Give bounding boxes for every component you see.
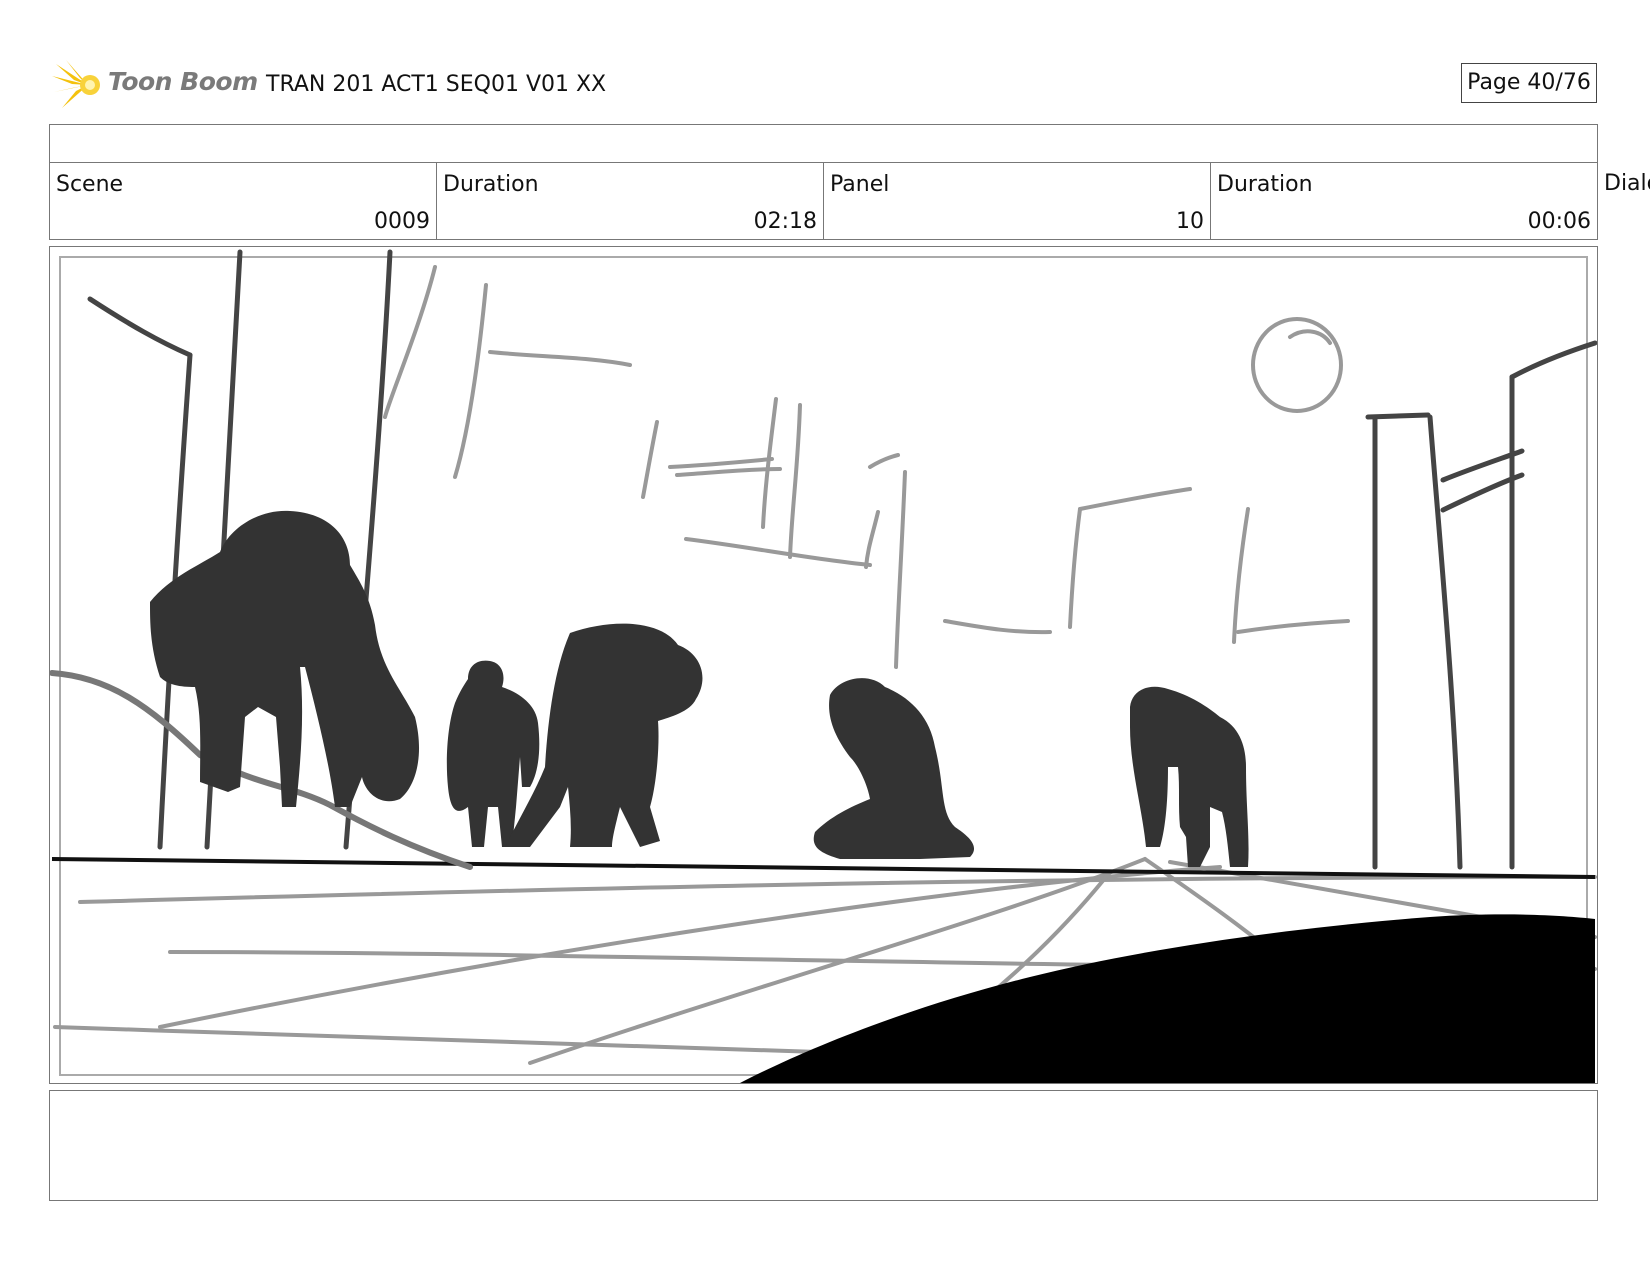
silhouette-standing-creature [1130,686,1249,867]
foreground-dark-shape [740,914,1595,1083]
silhouette-large-creature [150,510,420,807]
info-row: Scene 0009 Duration 02:18 Panel 10 Durat… [49,162,1598,240]
logo-star-icon [52,60,100,108]
storyboard-panel [49,246,1598,1084]
scene-duration-value: 02:18 [753,209,817,234]
panel-value: 10 [1176,209,1204,234]
panel-duration-value: 00:06 [1527,209,1591,234]
scene-duration-cell: Duration 02:18 [437,163,824,239]
background-buildings [383,265,1350,669]
toon-boom-logo: Toon Boom [52,58,258,112]
notes-box [49,1090,1598,1201]
document-title: TRAN 201 ACT1 SEQ01 V01 XX [266,72,607,97]
panel-cell: Panel 10 [824,163,1211,239]
scene-cell: Scene 0009 [50,163,437,239]
silhouette-kneeling-creature [813,678,975,859]
page-number: Page 40/76 [1461,63,1597,103]
panel-drawing [50,249,1597,1083]
title-row [49,124,1598,163]
logo-text: Toon Boom [108,67,258,96]
scene-value: 0009 [374,209,430,234]
scene-duration-label: Duration [443,172,539,197]
scene-label: Scene [56,172,124,197]
panel-duration-cell: Duration 00:06 [1211,163,1597,239]
creature-silhouettes [150,510,1249,867]
panel-duration-label: Duration [1217,172,1313,197]
horizon-line [51,857,1596,879]
dialog-label: Dialo [1604,171,1650,196]
panel-label: Panel [830,172,890,197]
